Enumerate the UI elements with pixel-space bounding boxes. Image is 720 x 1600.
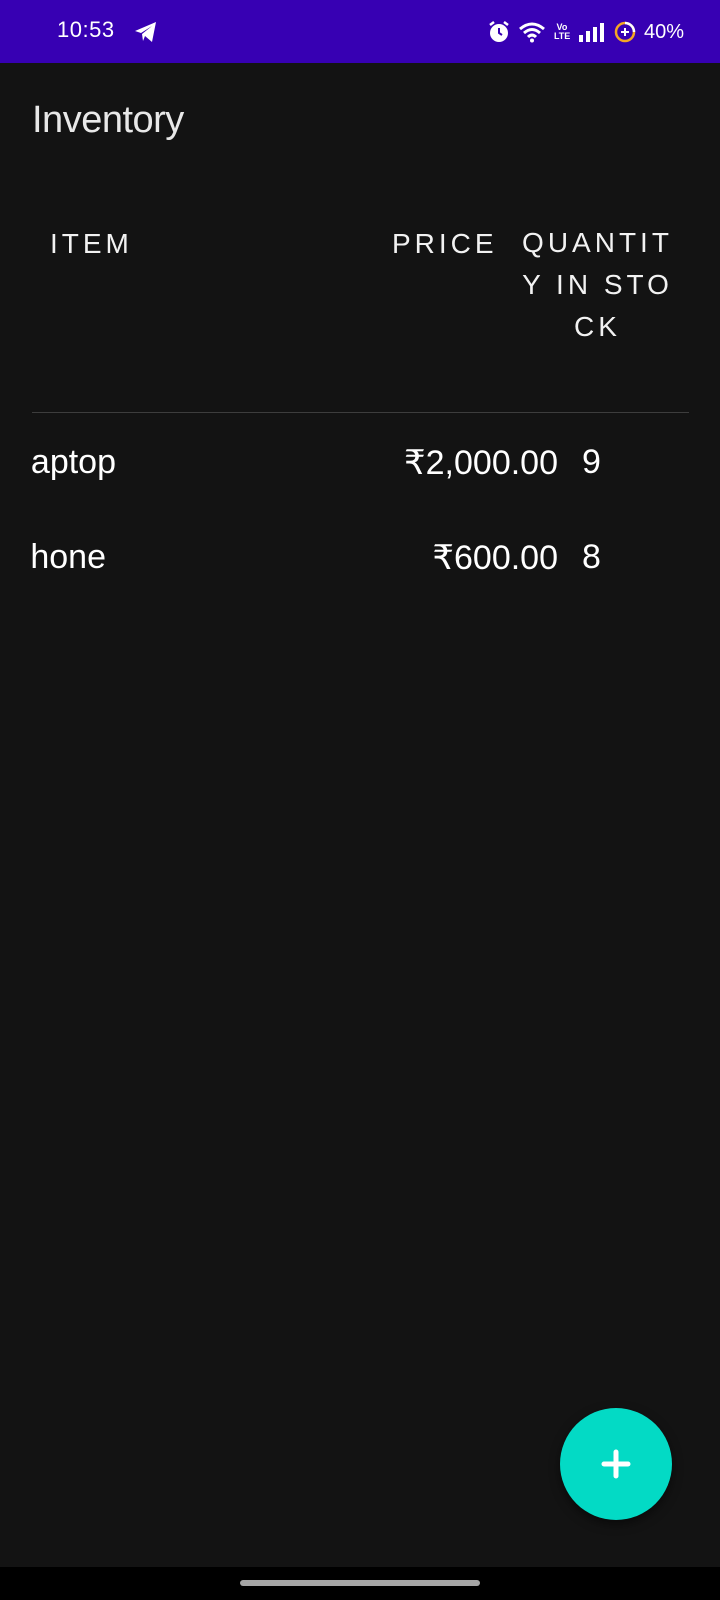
item-name: Phone	[32, 538, 106, 576]
status-icons: Vo LTE 40%	[488, 18, 684, 46]
add-item-button[interactable]	[560, 1408, 672, 1520]
column-header-price: PRICE	[392, 228, 498, 259]
wifi-icon	[519, 22, 545, 43]
table-row[interactable]: Laptop ₹2,000.00 9	[0, 425, 720, 515]
alarm-icon	[489, 21, 509, 42]
navigation-bar	[0, 1567, 720, 1600]
header-divider	[32, 412, 689, 413]
battery-saver-icon	[614, 21, 636, 43]
item-name: Laptop	[32, 443, 116, 481]
item-price: ₹600.00	[432, 539, 558, 577]
column-header-item: ITEM	[50, 228, 133, 259]
signal-icon	[578, 23, 604, 42]
item-price: ₹2,000.00	[404, 444, 558, 482]
table-row[interactable]: Phone ₹600.00 8	[0, 520, 720, 610]
item-quantity: 8	[582, 538, 601, 576]
volte-icon: Vo LTE	[553, 22, 571, 41]
column-header-quantity: QUANTITY IN STOCK	[522, 227, 673, 342]
telegram-icon	[135, 22, 156, 42]
item-quantity: 9	[582, 443, 601, 481]
gesture-handle[interactable]	[240, 1580, 480, 1586]
battery-percentage: 40%	[643, 20, 684, 43]
plus-icon	[601, 1449, 631, 1479]
page-title: Inventory	[32, 99, 184, 141]
status-time: 10:53	[57, 17, 115, 42]
status-bar: 10:53 Vo LTE 40%	[0, 0, 720, 63]
